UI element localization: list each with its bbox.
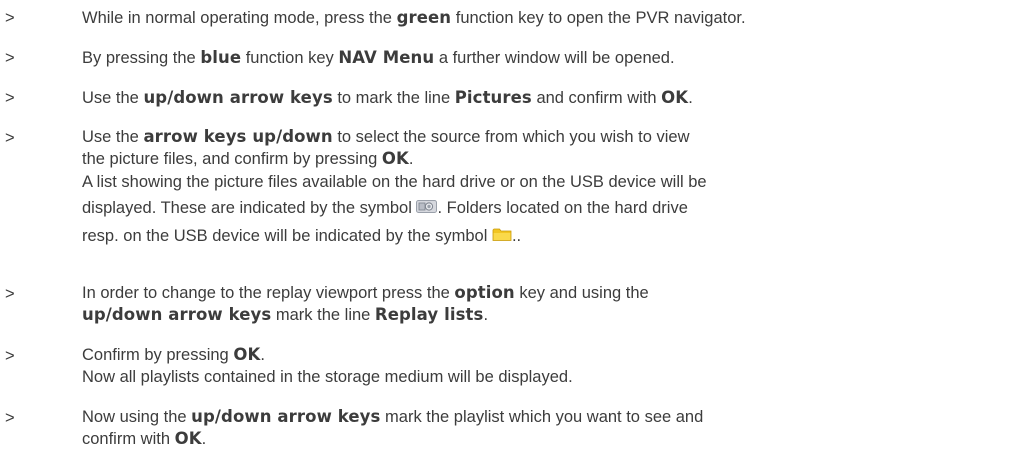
text: mark the line bbox=[271, 306, 375, 324]
picture-file-icon bbox=[416, 195, 438, 224]
key-name: NAV Menu bbox=[338, 48, 435, 67]
text: the picture files, and confirm by pressi… bbox=[82, 150, 382, 168]
key-name: up/down arrow keys bbox=[143, 88, 333, 107]
step-marker: > bbox=[5, 89, 15, 107]
step-marker: > bbox=[5, 409, 15, 427]
text: confirm with bbox=[82, 430, 175, 448]
text: . Folders located on the hard drive bbox=[437, 199, 688, 217]
step-marker: > bbox=[5, 49, 15, 67]
text: resp. on the USB device will be indicate… bbox=[82, 227, 492, 245]
text: a further window will be opened. bbox=[434, 49, 675, 67]
text: and confirm with bbox=[531, 89, 662, 107]
text: . bbox=[688, 89, 693, 107]
step-text: Now using the up/down arrow keys mark th… bbox=[82, 406, 1007, 450]
text: . bbox=[408, 150, 414, 168]
step-marker: > bbox=[5, 9, 15, 27]
step-text: Use the up/down arrow keys to mark the l… bbox=[82, 86, 1007, 110]
text: .. bbox=[511, 227, 522, 245]
menu-item-name: Replay lists bbox=[374, 305, 484, 324]
text: A list showing the picture files availab… bbox=[82, 173, 707, 191]
text: Now using the bbox=[82, 408, 192, 426]
key-name: arrow keys up/down bbox=[143, 127, 333, 146]
key-name: OK bbox=[661, 88, 689, 107]
text: to select the source from which you wish… bbox=[332, 128, 690, 146]
key-name: OK bbox=[233, 345, 261, 364]
step-marker: > bbox=[5, 347, 15, 365]
step-marker: > bbox=[5, 285, 15, 303]
text: function key to open the PVR navigator. bbox=[451, 9, 746, 27]
text: In order to change to the replay viewpor… bbox=[82, 284, 455, 302]
text: mark the playlist which you want to see … bbox=[380, 408, 704, 426]
text: By pressing the bbox=[82, 49, 201, 67]
text: Use the bbox=[82, 89, 144, 107]
text: Use the bbox=[82, 128, 144, 146]
key-name: up/down arrow keys bbox=[191, 407, 381, 426]
text: to mark the line bbox=[332, 89, 455, 107]
step-text: Confirm by pressing OK. Now all playlist… bbox=[82, 344, 1007, 388]
key-name: green bbox=[396, 8, 452, 27]
text: displayed. These are indicated by the sy… bbox=[82, 199, 417, 217]
text: . bbox=[260, 346, 265, 364]
text: key and using the bbox=[514, 284, 649, 302]
text: . bbox=[483, 306, 489, 324]
instruction-page: > While in normal operating mode, press … bbox=[0, 0, 1015, 475]
key-name: OK bbox=[381, 149, 409, 168]
key-name: up/down arrow keys bbox=[82, 305, 272, 324]
menu-item-name: Pictures bbox=[454, 88, 532, 107]
text: . bbox=[201, 430, 207, 448]
step-text: By pressing the blue function key NAV Me… bbox=[82, 46, 1007, 70]
step-text: While in normal operating mode, press th… bbox=[82, 6, 1007, 30]
text: Confirm by pressing bbox=[82, 346, 234, 364]
step-text: In order to change to the replay viewpor… bbox=[82, 282, 1007, 326]
key-name: blue bbox=[200, 48, 242, 67]
folder-icon bbox=[492, 225, 512, 249]
key-name: OK bbox=[174, 429, 202, 448]
step-marker: > bbox=[5, 129, 15, 147]
text: While in normal operating mode, press th… bbox=[82, 9, 397, 27]
step-text: Use the arrow keys up/down to select the… bbox=[82, 126, 1007, 249]
text: function key bbox=[241, 49, 339, 67]
text: Now all playlists contained in the stora… bbox=[82, 368, 573, 386]
key-name: option bbox=[454, 283, 515, 302]
